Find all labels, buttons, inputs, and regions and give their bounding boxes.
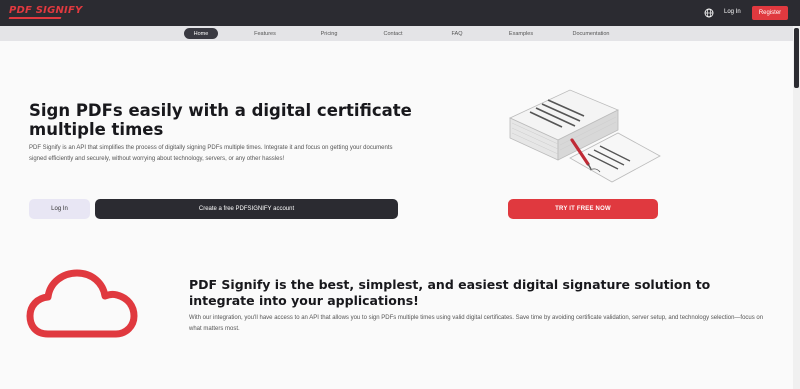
login-link[interactable]: Log In [722, 6, 743, 18]
top-header: PDF SIGNIFY Log In Register [0, 0, 800, 26]
hero-title: Sign PDFs easily with a digital certific… [29, 101, 412, 139]
hero-description: PDF Signify is an API that simplifies th… [29, 145, 393, 162]
nav-item-home[interactable]: Home [184, 28, 218, 39]
register-button[interactable]: Register [752, 6, 788, 20]
scrollbar-thumb[interactable] [794, 28, 799, 88]
cloud-icon [26, 269, 138, 338]
create-account-button[interactable]: Create a free PDFSIGNIFY account [95, 199, 398, 219]
nav-item-examples[interactable]: Examples [504, 28, 538, 39]
nav-item-faq[interactable]: FAQ [440, 28, 474, 39]
section-description: With our integration, you'll have access… [189, 315, 764, 332]
nav-item-contact[interactable]: Contact [376, 28, 410, 39]
nav-item-features[interactable]: Features [248, 28, 282, 39]
globe-icon[interactable] [704, 8, 714, 18]
nav-item-pricing[interactable]: Pricing [312, 28, 346, 39]
logo-underline [8, 17, 62, 19]
section-title: PDF Signify is the best, simplest, and e… [189, 277, 711, 308]
main-nav: Home Features Pricing Contact FAQ Exampl… [0, 26, 800, 41]
documents-pen-illustration [509, 89, 661, 183]
hero-login-button[interactable]: Log In [29, 199, 90, 219]
nav-item-documentation[interactable]: Documentation [566, 28, 616, 39]
logo[interactable]: PDF SIGNIFY [9, 5, 82, 16]
try-free-button[interactable]: TRY IT FREE NOW [508, 199, 658, 219]
